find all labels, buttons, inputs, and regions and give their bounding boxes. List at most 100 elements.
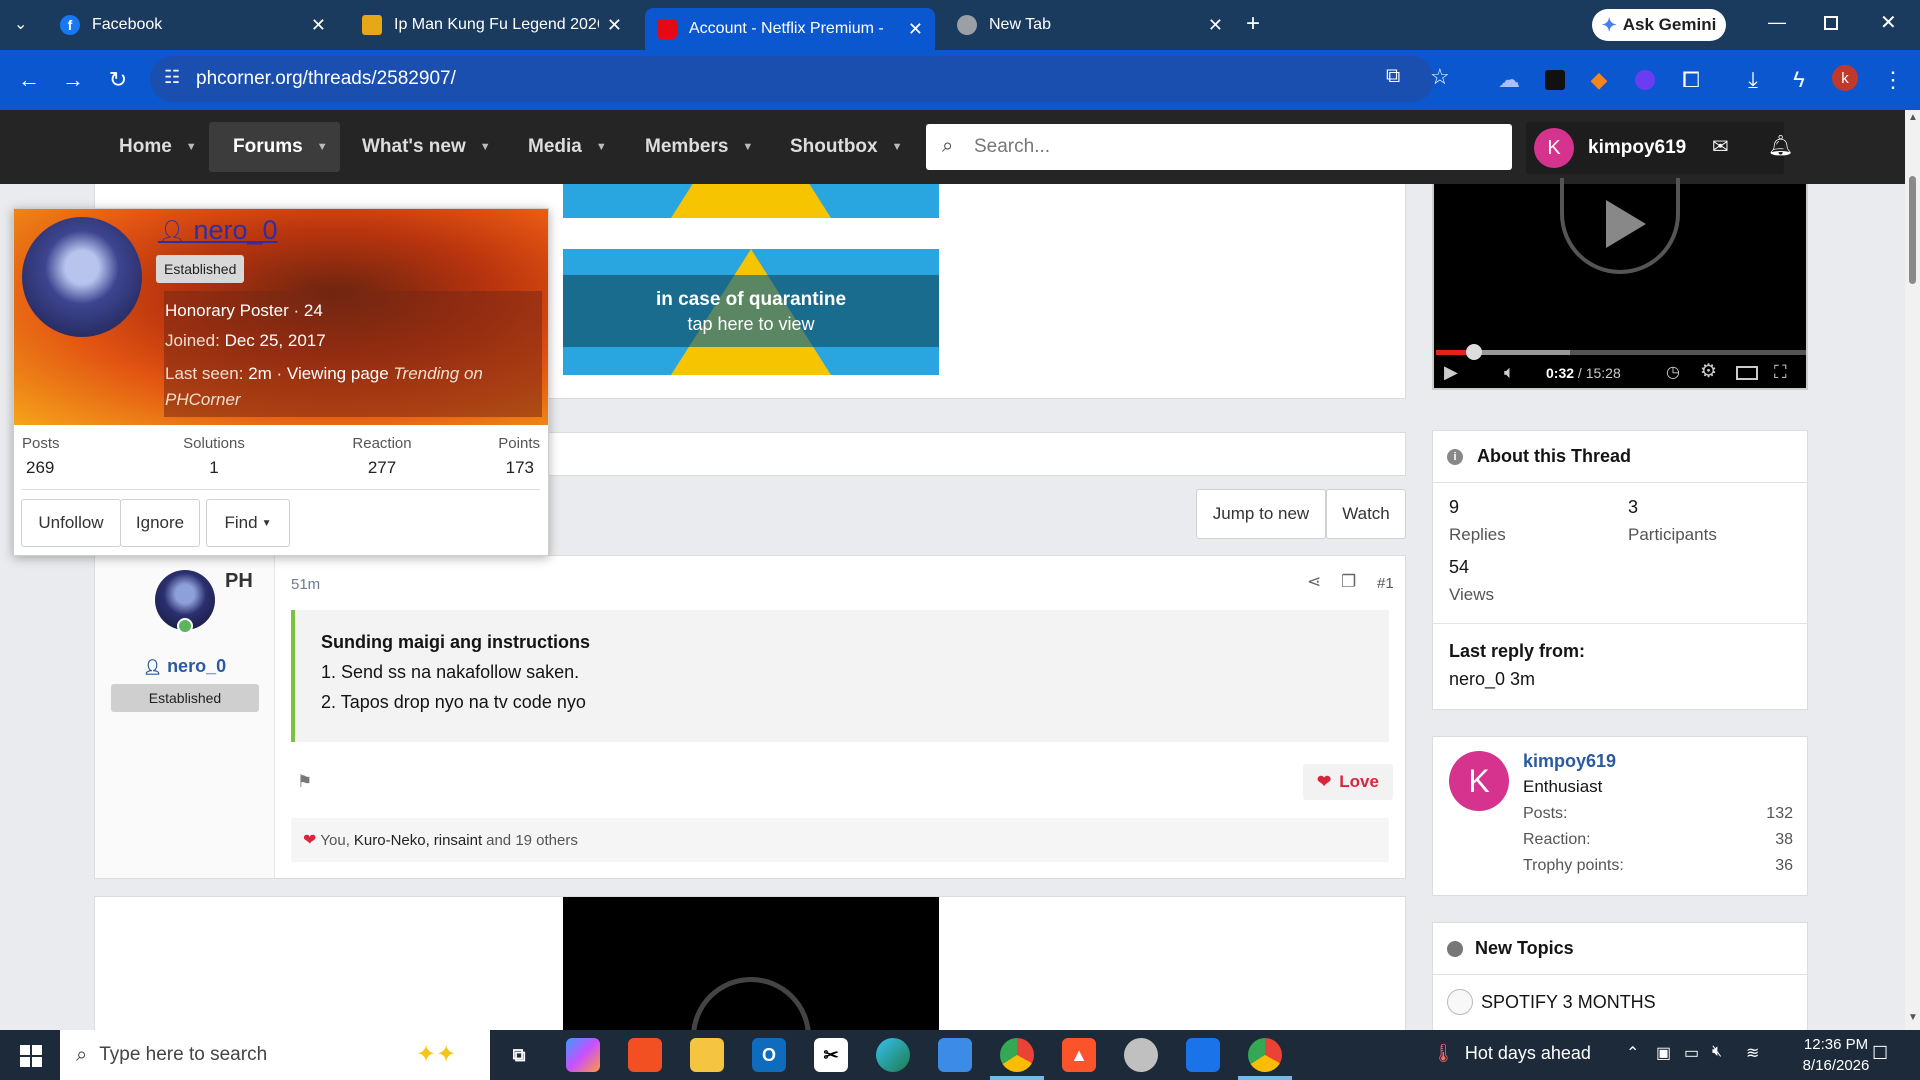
taskbar-search-box[interactable]: ⌕ Type here to search ✦✦ (60, 1030, 490, 1080)
close-tab-icon[interactable]: ✕ (607, 15, 622, 36)
profile-username[interactable]: 👤︎ nero_0 (158, 215, 278, 246)
volume-muted-icon[interactable]: 🔇︎ (1712, 1043, 1722, 1061)
profile-avatar[interactable] (22, 217, 142, 337)
battery-icon[interactable]: ▭ (1684, 1043, 1699, 1063)
video-theater-icon[interactable] (1736, 366, 1758, 380)
post-number[interactable]: #1 (1377, 575, 1394, 592)
nav-shoutbox[interactable]: Shoutbox ▼ (790, 110, 903, 184)
extension-dice-icon[interactable] (1540, 65, 1570, 95)
caret-down-icon[interactable]: ▼ (892, 141, 903, 153)
video-settings-icon[interactable]: ⚙ (1700, 360, 1717, 383)
restore-window-icon[interactable] (1824, 16, 1838, 30)
extension-cloud-icon[interactable]: ☁ (1494, 65, 1524, 95)
visitor-username[interactable]: kimpoy619 (1523, 751, 1616, 772)
stat-posts[interactable]: Posts 269 (22, 435, 122, 478)
scrollbar-thumb[interactable] (1909, 176, 1916, 284)
caret-down-icon[interactable]: ▼ (596, 141, 607, 153)
site-search-input[interactable]: ⌕ Search... (926, 124, 1512, 170)
last-reply-value[interactable]: nero_0 3m (1449, 669, 1535, 690)
reload-icon[interactable]: ↻ (103, 65, 133, 95)
extension-purple-icon[interactable] (1630, 65, 1660, 95)
video-fullscreen-icon[interactable]: ⛶ (1774, 362, 1787, 383)
minimize-window-icon[interactable]: — (1768, 12, 1786, 33)
close-tab-icon[interactable]: ✕ (1208, 15, 1223, 36)
tab-search-icon[interactable]: ⌄ (14, 14, 27, 34)
edge-icon[interactable] (876, 1038, 910, 1072)
chrome-profile-icon[interactable] (1248, 1038, 1282, 1072)
mushroom-app-icon[interactable] (1124, 1038, 1158, 1072)
ignore-button[interactable]: Ignore (120, 499, 200, 547)
nav-forums[interactable]: Forums ▼ (209, 122, 340, 172)
close-window-icon[interactable]: ✕ (1880, 10, 1897, 35)
copilot-icon[interactable] (566, 1038, 600, 1072)
post-author-name[interactable]: 👤︎ nero_0 (143, 656, 226, 677)
video-play-small-icon[interactable]: ▶ (1444, 362, 1458, 383)
video-volume-icon[interactable]: 🔈︎ (1504, 362, 1515, 383)
notifications-icon[interactable]: ☐ (1872, 1043, 1888, 1064)
scroll-up-arrow-icon[interactable]: ▲ (1908, 112, 1918, 123)
windows-start-icon[interactable] (20, 1045, 42, 1067)
scroll-down-arrow-icon[interactable]: ▼ (1908, 1012, 1918, 1023)
site-info-icon[interactable]: ☷ (164, 67, 180, 88)
embedded-video[interactable] (563, 897, 939, 1080)
stat-solutions[interactable]: Solutions 1 (164, 435, 264, 478)
capcut-icon[interactable]: ✂ (814, 1038, 848, 1072)
nav-whats-new[interactable]: What's new ▼ (362, 110, 491, 184)
caret-down-icon[interactable]: ▼ (186, 141, 197, 153)
install-app-icon[interactable]: ⧉ (1386, 65, 1400, 88)
weather-widget[interactable]: 🌡︎ Hot days ahead (1432, 1043, 1591, 1064)
find-dropdown-button[interactable]: Find ▼ (206, 499, 290, 547)
reaction-user[interactable]: rinsaint (434, 832, 482, 849)
bookmark-icon[interactable]: ❐ (1341, 572, 1356, 592)
nav-members[interactable]: Members ▼ (645, 110, 753, 184)
extensions-puzzle-icon[interactable]: ⧠ (1676, 65, 1706, 95)
visitor-avatar[interactable]: K (1449, 751, 1509, 811)
tab-facebook[interactable]: f Facebook ✕ (48, 8, 338, 42)
file-explorer-icon[interactable] (690, 1038, 724, 1072)
tab-netflix-account[interactable]: Account - Netflix Premium - ✕ (645, 8, 935, 50)
account-username[interactable]: kimpoy619 (1588, 137, 1686, 159)
outlook-icon[interactable]: O (752, 1038, 786, 1072)
ask-gemini-button[interactable]: ✦ Ask Gemini (1592, 9, 1726, 41)
account-menu[interactable]: K kimpoy619 (1526, 122, 1784, 174)
close-tab-icon[interactable]: ✕ (908, 19, 923, 40)
watch-button[interactable]: Watch (1326, 489, 1406, 539)
browser-menu-icon[interactable]: ⋮ (1878, 65, 1908, 95)
stat-points[interactable]: Points 173 (440, 435, 540, 478)
task-view-icon[interactable]: ⧉ (502, 1038, 536, 1072)
love-reaction-button[interactable]: ❤ Love (1303, 764, 1393, 800)
post-time[interactable]: 51m (291, 576, 320, 593)
tray-device-icon[interactable]: ▣ (1656, 1043, 1671, 1063)
bookmark-star-icon[interactable]: ☆ (1430, 64, 1450, 90)
extension-metamask-icon[interactable]: ◆ (1584, 65, 1614, 95)
downloads-icon[interactable]: ⤓ (1738, 65, 1768, 95)
ad-banner-top[interactable] (563, 184, 939, 218)
close-tab-icon[interactable]: ✕ (311, 15, 326, 36)
video-clock-icon[interactable]: ◷ (1666, 362, 1680, 382)
forward-arrow-icon[interactable]: → (58, 65, 88, 95)
back-arrow-icon[interactable]: ← (14, 65, 44, 95)
stat-reaction[interactable]: Reaction 277 (332, 435, 432, 478)
new-topic-item[interactable]: SPOTIFY 3 MONTHS (1447, 989, 1656, 1015)
nav-home[interactable]: Home ▼ (119, 110, 197, 184)
reaction-user[interactable]: Kuro-Neko, (354, 832, 430, 849)
user-avatar[interactable]: K (1534, 128, 1574, 168)
jump-to-new-button[interactable]: Jump to new (1196, 489, 1326, 539)
wifi-icon[interactable]: ≋ (1746, 1043, 1759, 1063)
reaction-others[interactable]: and 19 others (486, 832, 578, 849)
photos-icon[interactable] (938, 1038, 972, 1072)
blue-app-icon[interactable] (1186, 1038, 1220, 1072)
tray-chevron-icon[interactable]: ⌃ (1626, 1043, 1639, 1063)
brave-icon[interactable]: ▲ (1062, 1038, 1096, 1072)
unfollow-button[interactable]: Unfollow (21, 499, 121, 547)
reactions-summary[interactable]: ❤ You, Kuro-Neko, rinsaint and 19 others (291, 818, 1389, 862)
sidebar-video-player[interactable]: ▶ 🔈︎ 0:32 / 15:28 ◷ ⚙ ⛶ (1432, 178, 1808, 390)
inbox-envelope-icon[interactable]: ✉ (1712, 134, 1729, 159)
share-icon[interactable]: ⋖ (1307, 572, 1321, 592)
caret-down-icon[interactable]: ▼ (317, 141, 328, 153)
microsoft-store-icon[interactable] (628, 1038, 662, 1072)
caret-down-icon[interactable]: ▼ (742, 141, 753, 153)
nav-media[interactable]: Media ▼ (528, 110, 607, 184)
new-tab-plus-icon[interactable]: + (1246, 10, 1260, 38)
tab-ipman[interactable]: Ip Man Kung Fu Legend 2026 1 ✕ (350, 8, 634, 42)
